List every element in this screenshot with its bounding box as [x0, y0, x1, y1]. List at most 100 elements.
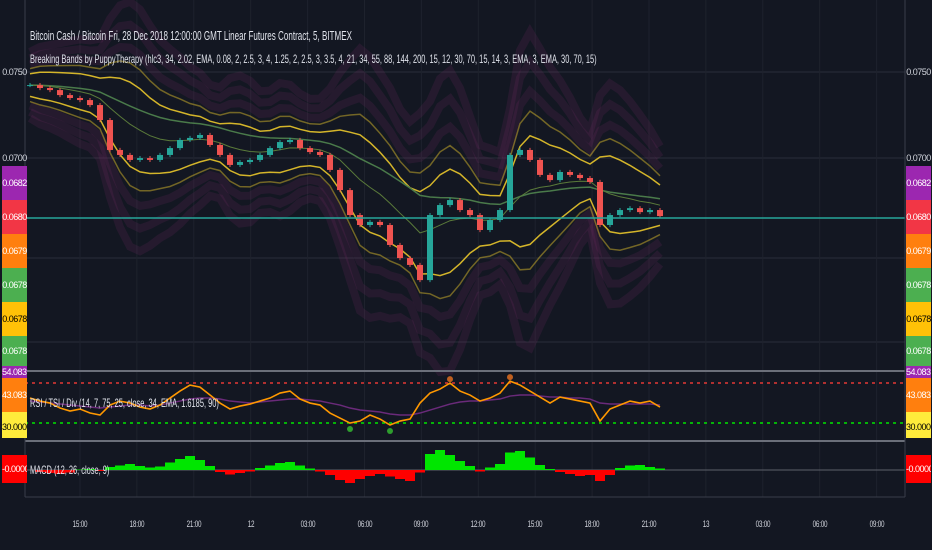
candle-body	[637, 208, 643, 213]
macd-bar	[525, 457, 535, 470]
price-chart[interactable]	[0, 0, 932, 510]
candle-body	[267, 148, 273, 155]
indicator-legend[interactable]: Breaking Bands by PuppyTherapy (hlc3, 34…	[30, 52, 597, 66]
candle-body	[247, 159, 253, 163]
candle-body	[377, 221, 383, 226]
candle-body	[437, 205, 443, 216]
candle-body	[47, 88, 53, 91]
rsi-bottom-badge-left: 30.0000	[2, 412, 27, 438]
candle-body	[297, 139, 303, 149]
candle-body	[197, 134, 203, 138]
time-tick: 21:00	[186, 519, 202, 529]
macd-legend[interactable]: MACD (12, 26, close, 9)	[30, 463, 109, 477]
macd-value-badge-left: -0.0000	[2, 455, 27, 483]
macd-bar	[395, 470, 405, 479]
rsi-overbought-marker	[447, 376, 453, 383]
candle-body	[517, 149, 523, 155]
candle-body	[107, 120, 113, 150]
candle-body	[227, 154, 233, 165]
candle-body	[447, 200, 453, 206]
candle-body	[167, 148, 173, 155]
price-badge: 0.0678	[2, 336, 27, 366]
candle-body	[407, 258, 413, 265]
macd-bar	[515, 451, 525, 470]
macd-bar	[255, 468, 265, 470]
candle-body	[307, 148, 313, 153]
rsi-overbought-marker	[507, 374, 513, 381]
candle-body	[647, 210, 653, 213]
macd-bar	[295, 465, 305, 470]
macd-bar	[435, 450, 445, 470]
macd-bar	[475, 470, 485, 472]
price-badge: 0.0682	[2, 166, 27, 200]
macd-bar	[505, 452, 515, 470]
macd-bar	[415, 470, 425, 473]
macd-bar	[555, 470, 565, 472]
candle-body	[547, 174, 553, 181]
macd-bar	[115, 465, 125, 470]
price-badge: 0.0678	[2, 268, 27, 302]
candle-body	[537, 159, 543, 175]
macd-bar	[625, 465, 635, 470]
time-tick: 12:00	[470, 519, 486, 529]
rsi-legend[interactable]: RSI / TSI / Div (14, 7, 75, 25, close, 3…	[30, 396, 219, 410]
macd-bar	[465, 466, 475, 470]
time-tick: 15:00	[72, 519, 88, 529]
candle-body	[57, 90, 63, 96]
candle-body	[427, 215, 433, 281]
macd-bar	[165, 462, 175, 470]
macd-bar	[425, 454, 435, 470]
macd-bar	[135, 466, 145, 470]
macd-bar	[595, 470, 605, 481]
candle-body	[617, 210, 623, 216]
candle-body	[567, 172, 573, 175]
symbol-title[interactable]: Bitcoin Cash / Bitcoin Fri, 28 Dec 2018 …	[30, 28, 352, 43]
price-tick-left: 0.0750	[2, 67, 27, 77]
candle-body	[327, 154, 333, 170]
candle-body	[627, 208, 633, 211]
macd-bar	[215, 470, 225, 472]
macd-bar	[635, 465, 645, 470]
candle-body	[277, 142, 283, 149]
candle-body	[37, 85, 43, 89]
time-tick: 15:00	[527, 519, 543, 529]
macd-bar	[145, 467, 155, 470]
price-badge: 0.0678	[906, 302, 931, 336]
candle-body	[557, 172, 563, 181]
macd-bar	[265, 465, 275, 470]
macd-bar	[355, 470, 365, 479]
macd-bar	[235, 470, 245, 473]
price-badge: 0.0682	[906, 166, 931, 200]
macd-bar	[335, 470, 345, 480]
candle-body	[317, 152, 323, 155]
macd-bar	[615, 468, 625, 470]
macd-bar	[345, 470, 355, 483]
candle-body	[157, 154, 163, 160]
candle-body	[587, 178, 593, 182]
candle-body	[337, 169, 343, 191]
time-tick: 06:00	[812, 519, 828, 529]
macd-bar	[565, 470, 575, 474]
candle-body	[347, 190, 353, 216]
rsi-value-badge-left: 43.0832	[2, 378, 27, 412]
macd-bar	[185, 456, 195, 470]
time-tick: 03:00	[300, 519, 315, 529]
candle-body	[527, 149, 533, 160]
candle-body	[467, 210, 473, 216]
macd-bar	[155, 466, 165, 470]
candle-body	[87, 100, 93, 106]
candle-body	[367, 221, 373, 226]
rsi-bottom-badge-right: 30.0000	[906, 412, 931, 438]
candle-body	[357, 215, 363, 226]
price-tick-right: 0.0750	[906, 67, 931, 77]
candle-body	[387, 225, 393, 245]
candle-body	[257, 154, 263, 160]
macd-bar	[575, 470, 585, 476]
time-tick: 13	[702, 519, 710, 529]
macd-bar	[325, 470, 335, 475]
time-tick: 12	[247, 519, 254, 529]
time-tick: 18:00	[584, 519, 600, 529]
candle-body	[457, 200, 463, 211]
price-badge: 0.0680	[906, 200, 931, 234]
candle-body	[487, 220, 493, 231]
